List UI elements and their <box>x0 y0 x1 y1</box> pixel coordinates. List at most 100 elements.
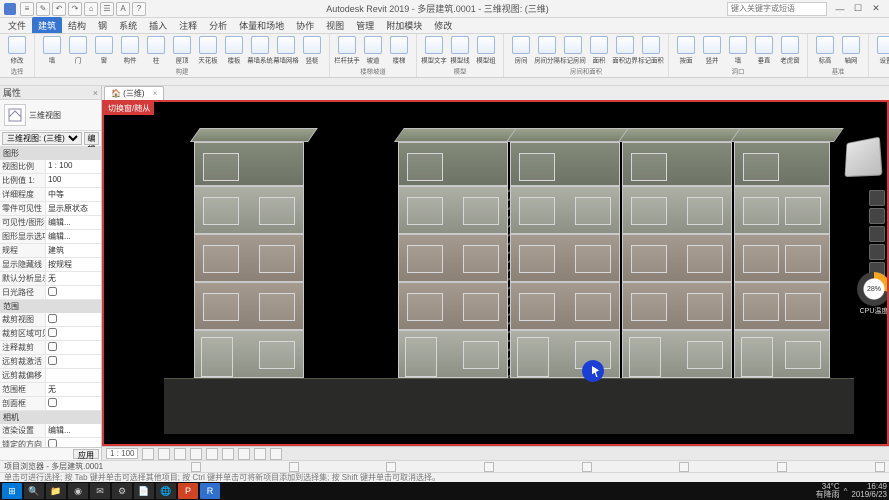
taskbar-item[interactable]: P <box>178 483 198 499</box>
prop-row[interactable]: 注释裁剪 <box>0 341 101 355</box>
quick-access-button[interactable]: ↷ <box>68 2 82 16</box>
ribbon-tab[interactable]: 文件 <box>2 17 32 33</box>
taskbar-item[interactable]: R <box>200 483 220 499</box>
prop-value[interactable]: 中等 <box>46 188 101 201</box>
prop-row[interactable]: 剖面框 <box>0 397 101 411</box>
ribbon-tab[interactable]: 插入 <box>143 17 173 33</box>
prop-checkbox[interactable] <box>48 356 57 365</box>
ribbon-button[interactable]: 模型文字 <box>422 36 446 66</box>
prop-row[interactable]: 详细程度中等 <box>0 188 101 202</box>
prop-row[interactable]: 默认分析显示样式无 <box>0 272 101 286</box>
prop-checkbox[interactable] <box>48 314 57 323</box>
system-tray[interactable]: 34°C 有降雨 ^ 16:49 2019/6/23 <box>816 483 887 499</box>
prop-value[interactable]: 编辑... <box>46 424 101 437</box>
ribbon-button[interactable]: 柱 <box>144 36 168 66</box>
ribbon-button[interactable]: 幕墙网格 <box>274 36 298 66</box>
prop-row[interactable]: 图形显示选项编辑... <box>0 230 101 244</box>
prop-row[interactable]: 规程建筑 <box>0 244 101 258</box>
ribbon-button[interactable]: 标记面积 <box>639 36 663 66</box>
edit-type-button[interactable]: 编辑类型 <box>84 132 99 145</box>
prop-value[interactable]: 编辑... <box>46 230 101 243</box>
ribbon-button[interactable]: 轴网 <box>839 36 863 66</box>
taskbar-item[interactable]: ◉ <box>68 483 88 499</box>
taskbar-item[interactable]: ✉ <box>90 483 110 499</box>
prop-row[interactable]: 范围框无 <box>0 383 101 397</box>
quick-access-button[interactable]: ✎ <box>36 2 50 16</box>
status-icon[interactable] <box>386 462 396 472</box>
taskbar-item[interactable]: 🌐 <box>156 483 176 499</box>
ribbon-button[interactable]: 坡道 <box>361 36 385 66</box>
view-control-icon[interactable] <box>222 448 234 460</box>
quick-access-button[interactable]: A <box>116 2 130 16</box>
ribbon-tab[interactable]: 钢 <box>92 17 113 33</box>
view-scale[interactable]: 1 : 100 <box>106 448 138 459</box>
prop-checkbox[interactable] <box>48 342 57 351</box>
ribbon-tab[interactable]: 注释 <box>173 17 203 33</box>
ribbon-tab[interactable]: 建筑 <box>32 17 62 33</box>
view-control-icon[interactable] <box>206 448 218 460</box>
prop-row[interactable]: 锁定的方向 <box>0 438 101 447</box>
prop-category[interactable]: 范围 <box>0 300 101 313</box>
prop-row[interactable]: 渲染设置编辑... <box>0 424 101 438</box>
taskbar-item[interactable]: 📁 <box>46 483 66 499</box>
ribbon-button[interactable]: 天花板 <box>196 36 220 66</box>
prop-row[interactable]: 日光路径 <box>0 286 101 300</box>
quick-access-button[interactable]: ? <box>132 2 146 16</box>
ribbon-button[interactable]: 面积 <box>587 36 611 66</box>
viewport-3d[interactable]: 切换窗/随从 28% CPU温度 <box>102 100 889 446</box>
view-control-icon[interactable] <box>238 448 250 460</box>
close-button[interactable]: ✕ <box>867 2 885 16</box>
tray-up-icon[interactable]: ^ <box>844 487 848 496</box>
status-icon[interactable] <box>875 462 885 472</box>
view-control-icon[interactable] <box>142 448 154 460</box>
prop-checkbox[interactable] <box>48 328 57 337</box>
taskbar-item[interactable]: 📄 <box>134 483 154 499</box>
quick-access-button[interactable]: ⌂ <box>84 2 98 16</box>
ribbon-button[interactable]: 房间 <box>509 36 533 66</box>
maximize-button[interactable]: ☐ <box>849 2 867 16</box>
ribbon-button[interactable]: 面积边界 <box>613 36 637 66</box>
ribbon-tab[interactable]: 结构 <box>62 17 92 33</box>
ribbon-button[interactable]: 设置 <box>874 36 889 66</box>
properties-grid[interactable]: 图形视图比例1 : 100比例值 1:100详细程度中等零件可见性显示原状态可见… <box>0 147 101 447</box>
ribbon-tab[interactable]: 分析 <box>203 17 233 33</box>
prop-value[interactable] <box>46 438 101 447</box>
prop-value[interactable] <box>46 286 101 299</box>
ribbon-button[interactable]: 幕墙系统 <box>248 36 272 66</box>
ribbon-tab[interactable]: 协作 <box>290 17 320 33</box>
ribbon-button[interactable]: 竖井 <box>700 36 724 66</box>
prop-checkbox[interactable] <box>48 287 57 296</box>
ribbon-button[interactable]: 模型线 <box>448 36 472 66</box>
prop-value[interactable] <box>46 369 101 382</box>
status-icon[interactable] <box>484 462 494 472</box>
prop-value[interactable]: 显示原状态 <box>46 202 101 215</box>
ribbon-button[interactable]: 屋顶 <box>170 36 194 66</box>
prop-value[interactable] <box>46 341 101 354</box>
prop-row[interactable]: 视图比例1 : 100 <box>0 160 101 174</box>
prop-value[interactable]: 建筑 <box>46 244 101 257</box>
ribbon-tab[interactable]: 管理 <box>350 17 380 33</box>
view-control-icon[interactable] <box>174 448 186 460</box>
view-control-icon[interactable] <box>190 448 202 460</box>
view-control-icon[interactable] <box>158 448 170 460</box>
prop-category[interactable]: 图形 <box>0 147 101 160</box>
quick-access-button[interactable]: ☰ <box>100 2 114 16</box>
status-icon[interactable] <box>191 462 201 472</box>
ribbon-button[interactable]: 房间分隔 <box>535 36 559 66</box>
prop-value[interactable]: 无 <box>46 383 101 396</box>
quick-access-button[interactable]: ↶ <box>52 2 66 16</box>
ribbon-tab[interactable]: 体量和场地 <box>233 17 290 33</box>
windows-taskbar[interactable]: ⊞🔍📁◉✉⚙📄🌐PR 34°C 有降雨 ^ 16:49 2019/6/23 <box>0 482 889 500</box>
prop-category[interactable]: 相机 <box>0 411 101 424</box>
prop-checkbox[interactable] <box>48 398 57 407</box>
type-selector[interactable]: 三维视图: (三维) <box>2 132 82 145</box>
prop-checkbox[interactable] <box>48 439 57 447</box>
status-icon[interactable] <box>679 462 689 472</box>
minimize-button[interactable]: — <box>831 2 849 16</box>
view-control-icon[interactable] <box>270 448 282 460</box>
ribbon-button[interactable]: 窗 <box>92 36 116 66</box>
taskbar-item[interactable]: ⊞ <box>2 483 22 499</box>
prop-row[interactable]: 裁剪视图 <box>0 313 101 327</box>
close-icon[interactable]: × <box>153 89 158 98</box>
prop-value[interactable]: 无 <box>46 272 101 285</box>
